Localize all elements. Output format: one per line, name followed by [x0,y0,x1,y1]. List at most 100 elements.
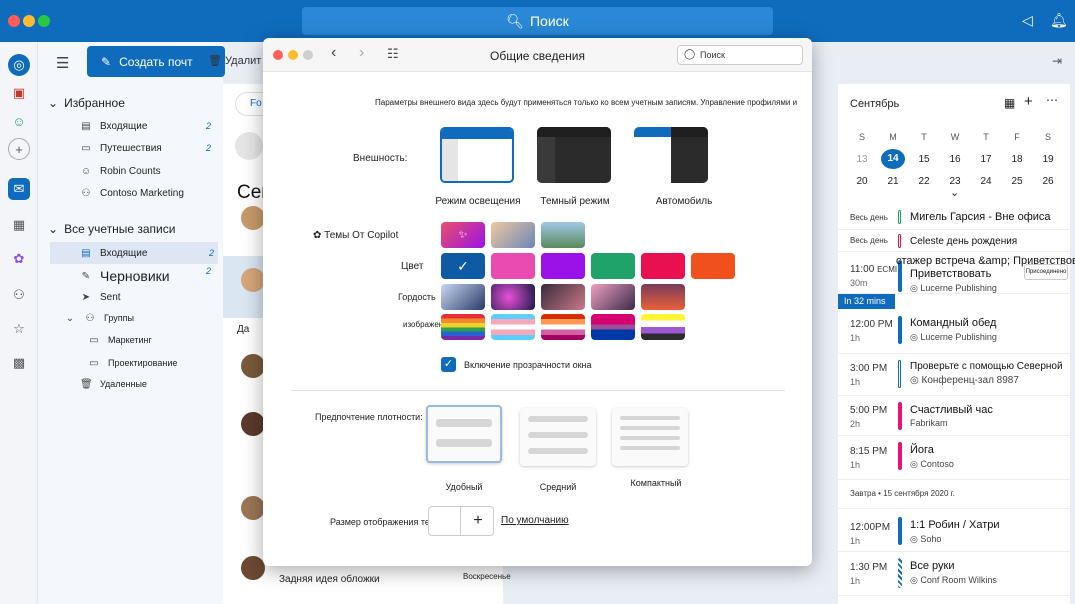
copilot-theme-create[interactable]: ✨︎ [441,222,485,248]
pride-flag-rainbow[interactable] [441,314,485,340]
event-row[interactable]: 1:30 PM 1h Все руки ◎ Conf Room Wilkins [838,552,1070,596]
density-comfortable-option[interactable] [426,405,502,463]
folder-fav-travel[interactable]: ▭ Путешествия 2 [80,138,215,158]
folder-deleted[interactable]: 🗑︎ Удаленные [80,374,215,394]
event-duration: 1h [850,333,861,343]
add-account-icon[interactable]: + [8,138,30,160]
folder-groups[interactable]: ⌄ ⚇ Группы [64,308,199,328]
folder-fav-inbox[interactable]: ▤ Входящие 2 [80,116,215,136]
settings-search-input[interactable]: ◯ Поиск [677,45,803,65]
add-event-icon[interactable]: + [1024,93,1033,110]
mail-icon[interactable]: ✉ [8,178,30,200]
folder-marketing[interactable]: ▭ Маркетинг [88,330,223,350]
day-cell[interactable]: 17 [974,154,998,165]
text-size-decrease-button[interactable] [429,507,461,535]
copilot-icon[interactable]: ✿ [8,248,30,270]
light-mode-option[interactable] [440,127,514,183]
event-row[interactable]: 12:00 PM 1h Командный обед ◎ Lucerne Pub… [838,310,1070,354]
people-icon[interactable]: ⚇ [8,284,30,306]
pride-image-2[interactable] [491,284,535,310]
message-subject: Задняя идея обложки [279,574,380,585]
global-search-label: Поиск [529,13,569,29]
folder-engineering[interactable]: ▭ Проектирование [88,353,223,373]
folder-inbox[interactable]: ▤ Входящие 2 [50,242,218,264]
event-row[interactable]: 3:00 PM 1h Проверьте с помощью Северной … [838,354,1070,396]
expand-calendar-icon[interactable]: ⌄ [950,186,959,199]
event-row[interactable]: 5:00 PM 2h Счастливый час Fabrikam [838,396,1070,436]
new-mail-button[interactable]: ✎ Создать почт [87,46,225,77]
day-cell[interactable]: 18 [1005,154,1029,165]
text-size-default-link[interactable]: По умолчанию [501,515,569,526]
mail-filter-icon[interactable] [235,132,263,160]
text-size-stepper: + [428,506,494,536]
pride-image-1[interactable] [441,284,485,310]
collapse-pane-icon[interactable]: ⇥ [1052,54,1062,68]
pride-flag-trans[interactable] [491,314,535,340]
all-accounts-section[interactable]: ⌄ Все учетные записи [48,222,175,236]
allday-event[interactable]: Весь день Мигель Гарсия - Вне офиса [838,206,1070,230]
day-cell[interactable]: 21 [881,176,905,187]
delete-button[interactable]: 🗑︎ Удалит [208,54,261,67]
accent-color-purple[interactable] [541,253,585,279]
accent-color-green[interactable] [591,253,635,279]
pride-flag-bi[interactable] [591,314,635,340]
folder-fav-robin[interactable]: ☺ Robin Counts [80,161,215,181]
person-icon[interactable]: ☺ [8,110,30,132]
calendar-icon[interactable]: ▦ [8,214,30,236]
day-cell[interactable]: 25 [1005,176,1029,187]
star-icon[interactable]: ☆ [8,318,30,340]
more-icon[interactable]: ⋯ [1046,93,1058,107]
auto-mode-option[interactable] [634,127,708,183]
megaphone-icon[interactable]: ◁ [1022,12,1033,29]
transparency-checkbox[interactable]: ✓ [441,357,456,372]
density-compact-option[interactable] [612,408,688,466]
pride-flag-lesbian[interactable] [541,314,585,340]
copilot-theme-1[interactable] [491,222,535,248]
briefcase-icon[interactable]: ▣ [8,82,30,104]
copilot-theme-2[interactable] [541,222,585,248]
dark-mode-option[interactable] [537,127,611,183]
bell-icon[interactable]: 🔔︎ [1050,12,1068,29]
pride-image-5[interactable] [641,284,685,310]
accent-color-pink[interactable] [491,253,535,279]
day-cell[interactable]: 26 [1036,176,1060,187]
day-cell[interactable]: 23 [943,176,967,187]
event-row[interactable]: 11:00 ECMI 30m стажер встреча &amp; Прив… [838,254,1075,294]
join-button[interactable]: Присоединено [1024,264,1068,280]
event-row[interactable]: 12:00PM 1h 1:1 Робин / Хатри ◎ Soho [838,508,1070,552]
global-search-bar[interactable]: 🔍︎ Поиск [302,7,773,35]
section-divider [291,390,785,391]
apps-icon[interactable]: ▩ [8,352,30,374]
all-accounts-label: Все учетные записи [64,222,176,236]
calendar-today-icon[interactable]: ▦ [1004,96,1015,110]
close-window-button[interactable] [8,15,20,27]
today-cell[interactable]: 14 [881,149,905,169]
day-cell[interactable]: 22 [912,176,936,187]
day-cell[interactable]: 15 [912,154,936,165]
allday-event[interactable]: Весь день Celeste день рождения [838,230,1070,252]
day-cell[interactable]: 16 [943,154,967,165]
folder-sent[interactable]: ➤ Sent [80,287,215,307]
hamburger-menu-icon[interactable]: ☰ [56,54,69,72]
density-medium-option[interactable] [520,408,596,466]
folder-drafts[interactable]: ✎ Черновики 2 [80,266,215,286]
day-cell[interactable]: 13 [850,154,874,165]
globe-icon[interactable]: ◎ [8,54,30,76]
accent-color-red[interactable] [641,253,685,279]
text-size-increase-button[interactable]: + [462,507,494,535]
accent-color-orange[interactable] [691,253,735,279]
zoom-window-button[interactable] [38,15,50,27]
day-cell[interactable]: 24 [974,176,998,187]
minimize-window-button[interactable] [23,15,35,27]
favorites-section[interactable]: ⌄ Избранное [48,96,125,110]
pride-flag-nonbinary[interactable] [641,314,685,340]
day-cell[interactable]: 20 [850,176,874,187]
folder-fav-contoso[interactable]: ⚇ Contoso Marketing [80,183,215,203]
avatar [241,354,265,378]
day-cell[interactable]: 19 [1036,154,1060,165]
event-row[interactable]: 8:15 PM 1h Йога ◎ Contoso [838,436,1070,480]
accent-color-blue[interactable]: ✓ [441,253,485,279]
pride-image-4[interactable] [591,284,635,310]
pride-image-3[interactable] [541,284,585,310]
event-color-bar [898,210,901,224]
